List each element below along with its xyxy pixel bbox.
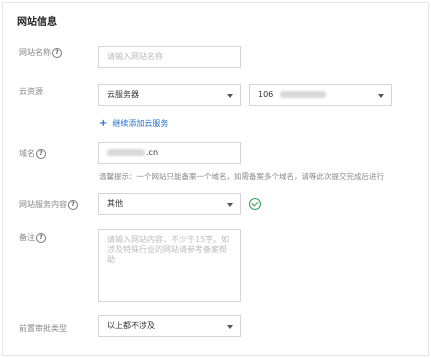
cloud-resource-label: 云资源 — [19, 87, 43, 96]
add-cloud-service-label: 继续添加云服务 — [112, 119, 169, 128]
site-name-label-row: 网站名称 ? — [19, 47, 62, 58]
server-ip-value: 106 — [258, 90, 274, 99]
pre-approval-select[interactable]: 以上都不涉及 — [98, 315, 241, 337]
remarks-label-row: 备注 ? — [19, 232, 46, 243]
help-icon[interactable]: ? — [68, 199, 78, 210]
service-content-select[interactable]: 其他 — [98, 193, 241, 215]
remarks-label: 备注 — [19, 233, 35, 242]
pre-approval-label: 前置审批类型 — [19, 324, 67, 333]
remarks-placeholder: 请输入网站内容，不少于15字。如涉及特殊行业的网站请参考备案帮助 — [107, 235, 230, 264]
site-name-label: 网站名称 — [19, 48, 51, 57]
domain-label-row: 域名 ? — [19, 148, 46, 159]
resource-type-select[interactable]: 云服务器 — [98, 84, 241, 106]
cloud-resource-label-row: 云资源 — [19, 86, 43, 97]
redacted-ip — [279, 91, 326, 98]
chevron-down-icon — [227, 325, 233, 329]
chevron-down-icon — [378, 94, 384, 98]
site-name-input[interactable]: 请输入网站名称 — [98, 46, 241, 68]
pre-approval-label-row: 前置审批类型 — [19, 323, 67, 334]
help-icon[interactable]: ? — [52, 47, 62, 58]
pre-approval-value: 以上都不涉及 — [107, 321, 155, 330]
check-circle-icon — [249, 198, 261, 210]
help-icon[interactable]: ? — [36, 232, 46, 243]
website-info-card: 网站信息 网站名称 ? 请输入网站名称 云资源 云服务器 106 + 继续添加云… — [2, 2, 429, 356]
add-cloud-service-link[interactable]: + 继续添加云服务 — [99, 118, 168, 129]
service-content-value: 其他 — [107, 199, 123, 208]
resource-type-value: 云服务器 — [107, 90, 139, 99]
domain-input[interactable]: .cn — [98, 142, 241, 164]
redacted-domain — [107, 149, 145, 156]
site-name-placeholder: 请输入网站名称 — [107, 52, 163, 61]
remarks-textarea[interactable]: 请输入网站内容，不少于15字。如涉及特殊行业的网站请参考备案帮助 — [98, 229, 241, 302]
section-title: 网站信息 — [17, 17, 57, 28]
chevron-down-icon — [227, 203, 233, 207]
service-content-label: 网站服务内容 — [19, 200, 67, 209]
plus-icon: + — [99, 118, 108, 129]
service-content-label-row: 网站服务内容 ? — [19, 199, 78, 210]
help-icon[interactable]: ? — [36, 148, 46, 159]
chevron-down-icon — [227, 94, 233, 98]
server-ip-select[interactable]: 106 — [249, 84, 392, 106]
domain-suffix: .cn — [146, 148, 159, 157]
domain-label: 域名 — [19, 149, 35, 158]
domain-hint-text: 温馨提示：一个网站只能备案一个域名，如需备案多个域名，请等此次提交完成后进行 — [99, 172, 384, 181]
